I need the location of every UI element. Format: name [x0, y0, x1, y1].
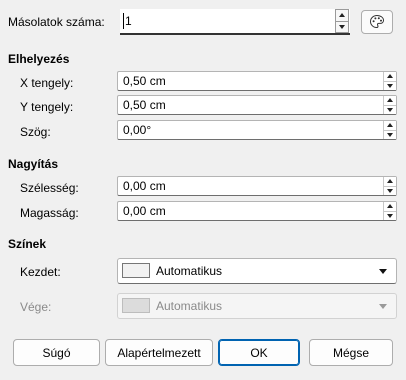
text-caret — [123, 13, 124, 29]
chevron-up-icon — [339, 13, 345, 18]
copies-increment-button[interactable] — [336, 10, 348, 21]
end-color-swatch — [122, 298, 150, 313]
cancel-button[interactable]: Mégse — [309, 339, 393, 366]
chevron-down-icon — [379, 304, 387, 309]
x-axis-field[interactable]: 0,50 cm — [117, 71, 397, 91]
start-color-value: Automatikus — [156, 264, 223, 278]
start-color-swatch — [122, 263, 150, 278]
values-from-selection-button[interactable] — [361, 10, 393, 34]
height-value: 0,00 cm — [123, 204, 166, 218]
height-field[interactable]: 0,00 cm — [117, 201, 397, 221]
chevron-down-icon — [387, 188, 393, 193]
colors-title: Színek — [8, 237, 47, 251]
angle-increment[interactable] — [383, 121, 396, 130]
start-color-dropdown[interactable]: Automatikus — [117, 258, 397, 284]
copies-value: 1 — [125, 14, 132, 28]
end-color-value: Automatikus — [156, 299, 223, 313]
y-axis-field[interactable]: 0,50 cm — [117, 95, 397, 115]
height-label: Magasság: — [20, 206, 79, 220]
chevron-down-icon — [387, 213, 393, 218]
palette-icon — [369, 14, 385, 29]
chevron-up-icon — [387, 179, 393, 184]
width-label: Szélesség: — [20, 181, 79, 195]
x-axis-label: X tengely: — [20, 76, 74, 90]
x-axis-decrement[interactable] — [383, 80, 396, 90]
x-axis-value: 0,50 cm — [123, 74, 166, 88]
angle-label: Szög: — [20, 125, 51, 139]
enlargement-title: Nagyítás — [8, 157, 59, 171]
y-axis-increment[interactable] — [383, 96, 396, 105]
chevron-down-icon — [339, 24, 345, 29]
chevron-down-icon — [379, 269, 387, 274]
chevron-up-icon — [387, 98, 393, 103]
y-axis-label: Y tengely: — [20, 100, 74, 114]
angle-field[interactable]: 0,00° — [117, 120, 397, 140]
height-decrement[interactable] — [383, 210, 396, 220]
copies-stepper[interactable] — [335, 9, 349, 33]
width-increment[interactable] — [383, 177, 396, 186]
chevron-up-icon — [387, 74, 393, 79]
width-decrement[interactable] — [383, 185, 396, 195]
width-value: 0,00 cm — [123, 179, 166, 193]
copies-input[interactable]: 1 — [120, 9, 350, 35]
y-axis-value: 0,50 cm — [123, 98, 166, 112]
start-color-label: Kezdet: — [20, 265, 61, 279]
height-increment[interactable] — [383, 202, 396, 211]
angle-decrement[interactable] — [383, 129, 396, 139]
angle-value: 0,00° — [123, 123, 152, 137]
x-axis-increment[interactable] — [383, 72, 396, 81]
reset-button[interactable]: Alapértelmezett — [105, 339, 213, 366]
placement-title: Elhelyezés — [8, 52, 70, 66]
chevron-up-icon — [387, 123, 393, 128]
chevron-down-icon — [387, 132, 393, 137]
copies-label: Másolatok száma: — [8, 15, 105, 29]
y-axis-decrement[interactable] — [383, 104, 396, 114]
ok-button[interactable]: OK — [218, 339, 300, 366]
copies-decrement-button[interactable] — [336, 20, 348, 32]
end-color-dropdown[interactable]: Automatikus — [117, 293, 397, 319]
chevron-up-icon — [387, 204, 393, 209]
end-color-label: Vége: — [20, 300, 52, 314]
chevron-down-icon — [387, 83, 393, 88]
width-field[interactable]: 0,00 cm — [117, 176, 397, 196]
help-button[interactable]: Súgó — [13, 339, 100, 366]
chevron-down-icon — [387, 107, 393, 112]
